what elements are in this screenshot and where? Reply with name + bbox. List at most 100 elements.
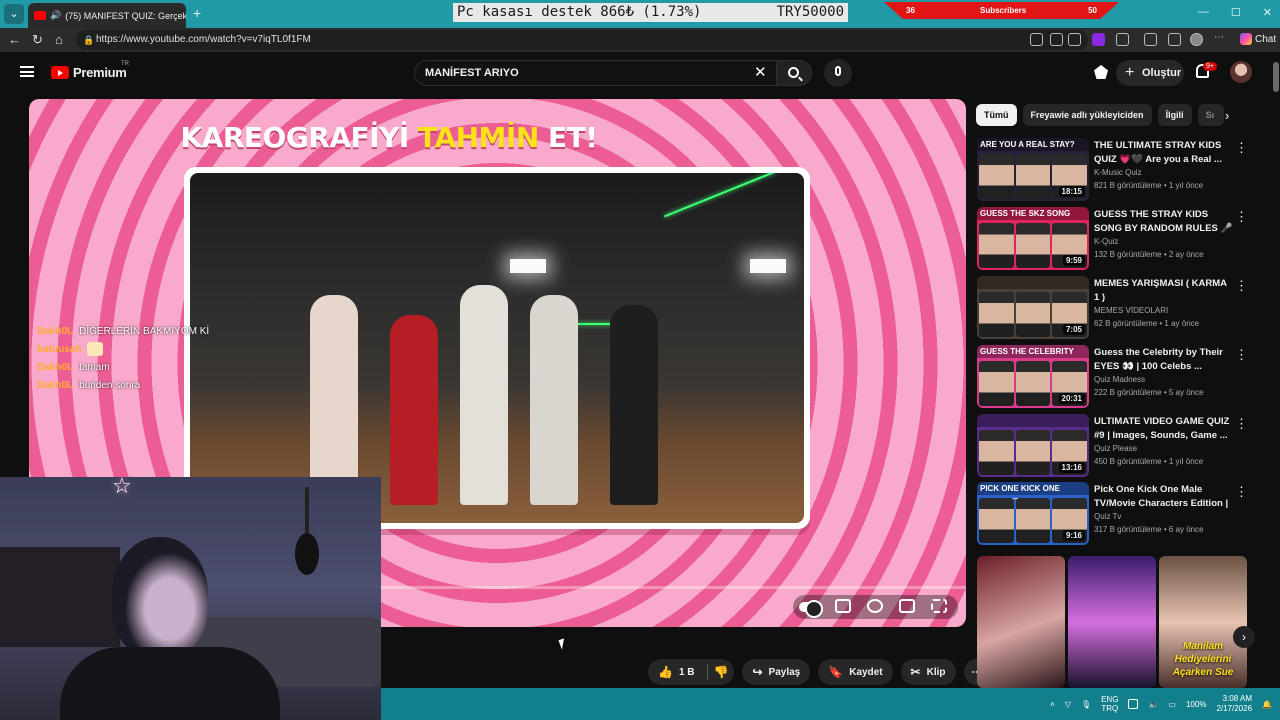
speaker-icon[interactable]: 🔊 bbox=[50, 10, 61, 21]
video-title[interactable]: Guess the Celebrity by Their EYES 👀 | 10… bbox=[1094, 346, 1234, 373]
logo-text: Premium bbox=[73, 65, 127, 80]
lang-bottom: TRQ bbox=[1101, 704, 1119, 713]
url-input[interactable]: 🔒 https://www.youtube.com/watch?v=v7iqTL… bbox=[76, 30, 1088, 50]
refresh-extension-icon[interactable] bbox=[1116, 33, 1129, 46]
page-scrollbar[interactable] bbox=[1272, 56, 1280, 686]
back-arrow-icon[interactable]: ← bbox=[8, 32, 21, 47]
translate-icon[interactable] bbox=[1050, 33, 1063, 46]
hamburger-menu-icon[interactable] bbox=[20, 66, 34, 77]
badge-icon[interactable] bbox=[1094, 65, 1108, 79]
clock[interactable]: 3:08 AM 2/17/2026 bbox=[1216, 694, 1252, 714]
like-button[interactable]: 👍 1 B 👎 bbox=[648, 659, 735, 685]
channel-name[interactable]: Quiz Madness bbox=[1094, 375, 1145, 384]
channel-name[interactable]: K-Quiz bbox=[1094, 237, 1118, 246]
search-button[interactable] bbox=[776, 60, 812, 86]
tray-overflow-icon[interactable]: ˄ bbox=[1050, 700, 1055, 709]
channel-name[interactable]: Quiz Please bbox=[1094, 444, 1137, 453]
shorts-next-icon[interactable]: › bbox=[1233, 626, 1255, 648]
account-avatar[interactable] bbox=[1230, 61, 1252, 83]
minimize-icon[interactable]: — bbox=[1198, 6, 1209, 19]
window-close-icon[interactable]: ✕ bbox=[1263, 6, 1272, 19]
new-tab-button[interactable]: + bbox=[193, 5, 201, 21]
recommendation-item[interactable]: ARE YOU A REAL STAY? 18:15 THE ULTIMATE ST… bbox=[977, 138, 1267, 202]
voice-search-button[interactable] bbox=[824, 59, 852, 87]
like-count: 1 B bbox=[678, 666, 695, 678]
video-thumbnail[interactable]: PICK ONE KICK ONE CHARACTER 9:16 bbox=[977, 482, 1089, 545]
recommendation-item[interactable]: GUESS THE CELEBRITY 20:31 Guess the Celebr… bbox=[977, 345, 1267, 409]
chip-partial[interactable]: Sı bbox=[1197, 104, 1224, 126]
video-title[interactable]: Pick One Kick One Male TV/Movie Characte… bbox=[1094, 483, 1234, 510]
recommendation-item[interactable]: 13:16 ULTIMATE VIDEO GAME QUIZ #9 | Image… bbox=[977, 414, 1267, 478]
home-icon[interactable]: ⌂ bbox=[55, 32, 63, 47]
video-thumbnail[interactable]: GUESS THE SKZ SONG 9:59 bbox=[977, 207, 1089, 270]
save-button[interactable]: 🔖 Kaydet bbox=[818, 659, 893, 685]
video-thumbnail[interactable]: 13:16 bbox=[977, 414, 1089, 477]
more-menu-icon[interactable]: ⋯ bbox=[1214, 32, 1227, 45]
video-title[interactable]: MEMES YARIŞMASI ( KARMA 1 ) bbox=[1094, 277, 1234, 304]
chat-line: Dalin0L DİĞERLERİN BAKMIYOM Kİ bbox=[37, 323, 209, 341]
split-screen-icon[interactable] bbox=[1144, 33, 1157, 46]
more-options-icon[interactable]: ⋮ bbox=[1235, 278, 1248, 294]
short-thumbnail[interactable] bbox=[977, 556, 1065, 688]
url-text: https://www.youtube.com/watch?v=v7iqTL0f… bbox=[96, 34, 311, 45]
recommendation-item[interactable]: PICK ONE KICK ONE CHARACTER 9:16 Pick One … bbox=[977, 482, 1267, 546]
clear-search-icon[interactable]: ✕ bbox=[754, 63, 767, 81]
maximize-icon[interactable]: ☐ bbox=[1231, 6, 1241, 19]
tab-actions-menu[interactable]: ⌄ bbox=[4, 4, 24, 24]
scrollbar-thumb[interactable] bbox=[1273, 62, 1279, 92]
video-title[interactable]: ULTIMATE VIDEO GAME QUIZ #9 | Images, So… bbox=[1094, 415, 1234, 442]
thumbs-down-icon[interactable]: 👎 bbox=[714, 665, 729, 679]
title-part-1: KAREOGRAFİYİ bbox=[180, 121, 419, 154]
tab-title: (75) MANIFEST QUIZ: Gerçek bbox=[65, 10, 186, 21]
reload-icon[interactable]: ↻ bbox=[32, 32, 43, 48]
short-thumbnail[interactable] bbox=[1068, 556, 1156, 688]
extension-icon[interactable] bbox=[1092, 33, 1105, 46]
more-options-icon[interactable]: ⋮ bbox=[1235, 484, 1248, 500]
display-icon[interactable] bbox=[1128, 699, 1139, 709]
lock-icon: 🔒 bbox=[83, 35, 95, 45]
language-indicator[interactable]: ENG TRQ bbox=[1101, 695, 1118, 713]
battery-icon[interactable]: ▭ bbox=[1168, 700, 1176, 709]
recommendation-item[interactable]: GUESS THE SKZ SONG 9:59 GUESS THE STRAY KI… bbox=[977, 207, 1267, 271]
install-app-icon[interactable] bbox=[1030, 33, 1043, 46]
share-button[interactable]: ↪ Paylaş bbox=[742, 659, 811, 685]
search-input[interactable]: MANİFEST ARIYO bbox=[414, 60, 776, 86]
autoplay-toggle[interactable] bbox=[799, 600, 823, 618]
subtitles-icon[interactable] bbox=[835, 599, 851, 613]
chip-all[interactable]: Tümü bbox=[976, 104, 1017, 126]
recommendation-item[interactable]: 7:05 MEMES YARIŞMASI ( KARMA 1 ) MEMES VİD… bbox=[977, 276, 1267, 340]
theater-mode-icon[interactable] bbox=[899, 599, 915, 613]
channel-name[interactable]: MEMES VİDEOLARI bbox=[1094, 306, 1168, 315]
profile-avatar-icon[interactable] bbox=[1190, 33, 1203, 46]
more-options-icon[interactable]: ⋮ bbox=[1235, 347, 1248, 363]
notifications-tray-icon[interactable]: 🔔 bbox=[1262, 700, 1272, 709]
more-options-icon[interactable]: ⋮ bbox=[1235, 140, 1248, 156]
channel-name[interactable]: K-Music Quiz bbox=[1094, 168, 1142, 177]
favorite-star-icon[interactable] bbox=[1068, 33, 1081, 46]
more-options-icon[interactable]: ⋮ bbox=[1235, 416, 1248, 432]
chip-from-uploader[interactable]: Freyawie adlı yükleyiciden bbox=[1022, 104, 1152, 126]
video-title[interactable]: GUESS THE STRAY KIDS SONG BY RANDOM RULE… bbox=[1094, 208, 1234, 235]
video-thumbnail[interactable]: ARE YOU A REAL STAY? 18:15 bbox=[977, 138, 1089, 201]
channel-name[interactable]: Quiz Tv bbox=[1094, 512, 1121, 521]
chip-related[interactable]: İlgili bbox=[1157, 104, 1192, 126]
create-button[interactable]: + Oluştur bbox=[1116, 60, 1184, 86]
video-title[interactable]: THE ULTIMATE STRAY KIDS QUIZ 💗🖤 Are you … bbox=[1094, 139, 1234, 166]
more-options-icon[interactable]: ⋮ bbox=[1235, 209, 1248, 225]
settings-gear-icon[interactable] bbox=[867, 599, 883, 613]
browser-tab-active[interactable]: 🔊 (75) MANIFEST QUIZ: Gerçek ✕ bbox=[28, 3, 186, 28]
youtube-premium-logo[interactable]: Premium TR bbox=[51, 61, 129, 80]
video-thumbnail[interactable]: 7:05 bbox=[977, 276, 1089, 339]
collections-icon[interactable] bbox=[1168, 33, 1181, 46]
chevron-right-icon[interactable]: › bbox=[1225, 108, 1229, 123]
copilot-chat-button[interactable]: Chat bbox=[1240, 33, 1276, 45]
microphone-icon bbox=[835, 66, 841, 76]
volume-icon[interactable]: 🔈 bbox=[1148, 700, 1158, 709]
defender-icon[interactable]: ▽ bbox=[1065, 700, 1071, 709]
fullscreen-icon[interactable] bbox=[931, 599, 947, 613]
mic-tray-icon[interactable]: 🎙 bbox=[1081, 700, 1091, 709]
clip-button[interactable]: ✂ Klip bbox=[900, 659, 956, 685]
video-thumbnail[interactable]: GUESS THE CELEBRITY 20:31 bbox=[977, 345, 1089, 408]
thumbs-up-icon: 👍 bbox=[658, 665, 673, 679]
upload-age: 5 ay önce bbox=[1168, 388, 1204, 397]
